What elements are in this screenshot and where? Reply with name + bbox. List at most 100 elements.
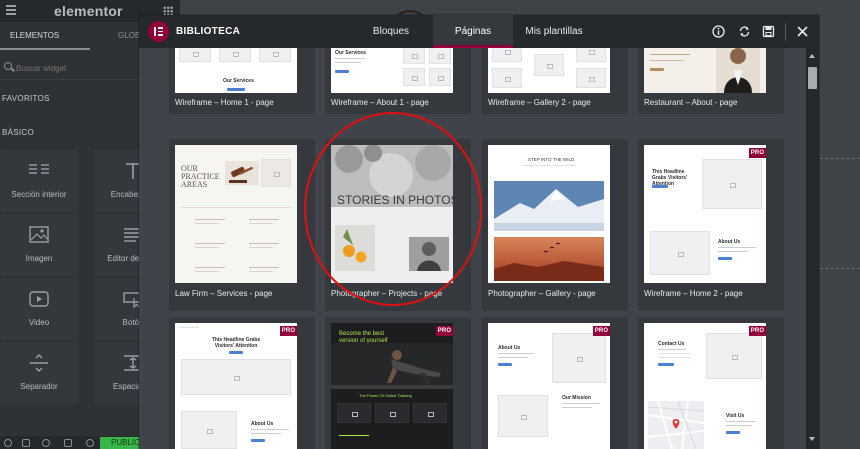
pro-badge: PRO	[749, 326, 766, 336]
template-card-label: Wireframe – Home 1 - page	[175, 98, 274, 107]
thumb-text: STEP INTO THE WILD	[528, 157, 575, 162]
image-icon	[29, 226, 49, 243]
template-thumbnail: Become the best version of yourself The …	[331, 323, 453, 449]
canvas-guide	[820, 158, 860, 159]
widget-inner-section[interactable]: Sección interior	[0, 150, 78, 212]
modal-header: BIBLIOTECA Bloques Páginas Mis plantilla…	[139, 15, 819, 48]
template-card[interactable]: This Headline Grabs Visitors' Attention …	[638, 139, 784, 311]
gavel-image	[225, 161, 259, 185]
preview-icon[interactable]	[86, 439, 94, 447]
settings-icon[interactable]	[4, 439, 12, 447]
map-image	[648, 401, 704, 449]
template-thumbnail	[488, 48, 610, 93]
divider-icon	[30, 354, 48, 372]
template-thumbnail: STEP INTO THE WILD	[488, 145, 610, 283]
header-separator	[785, 23, 786, 41]
elementor-logo-icon	[148, 21, 169, 42]
library-scrollbar[interactable]	[806, 48, 819, 449]
thumb-text: Our Services	[223, 78, 254, 84]
template-card-label: Photographer – Gallery - page	[488, 289, 596, 298]
widget-label: Video	[28, 318, 50, 327]
template-thumbnail: This Headline Grabs Visitors' Attention …	[175, 323, 297, 449]
thumb-text: Contact Us	[658, 341, 685, 347]
thumb-headline: STORIES IN PHOTOS	[337, 193, 453, 207]
template-card[interactable]: Our Services Wireframe – About 1 - page	[325, 48, 471, 114]
search-icon	[4, 62, 12, 70]
pro-badge: PRO	[436, 326, 453, 336]
template-card-label: Wireframe – Home 2 - page	[644, 289, 743, 298]
elementor-brand: elementor	[54, 3, 123, 19]
thumb-text: About Us	[498, 345, 521, 351]
navigator-icon[interactable]	[22, 439, 30, 447]
widget-video[interactable]: Video	[0, 278, 78, 340]
template-card[interactable]: Wireframe – Gallery 2 - page	[482, 48, 628, 114]
scroll-down-arrow-icon[interactable]	[809, 437, 815, 441]
template-thumbnail: OUR PRACTICE AREAS	[175, 145, 297, 283]
tab-blocks[interactable]: Bloques	[363, 15, 419, 48]
template-card[interactable]: STEP INTO THE WILD Photographer – Galler…	[482, 139, 628, 311]
pro-badge: PRO	[749, 148, 766, 158]
template-card-label: Wireframe – Gallery 2 - page	[488, 98, 591, 107]
close-icon[interactable]	[796, 25, 809, 38]
thumb-text: About Us	[718, 239, 741, 245]
widget-search-input[interactable]	[16, 60, 136, 76]
scroll-up-arrow-icon[interactable]	[809, 54, 815, 58]
template-card[interactable]: OUR PRACTICE AREAS Law Firm – Services -…	[169, 139, 315, 311]
thumb-text: Visit Us	[726, 413, 745, 419]
template-card[interactable]: About Us Our Mission PRO	[482, 317, 628, 449]
template-thumbnail: About Us Our Mission	[488, 323, 610, 449]
tab-pages[interactable]: Páginas	[433, 15, 513, 48]
template-thumbnail	[644, 48, 766, 93]
template-grid: Our Services Wireframe – Home 1 - page O…	[139, 48, 806, 449]
template-thumbnail: Contact Us Visit Us	[644, 323, 766, 449]
widget-label: Sección interior	[11, 190, 67, 199]
pro-badge: PRO	[280, 326, 297, 336]
info-icon[interactable]	[712, 25, 725, 38]
scroll-thumb[interactable]	[808, 67, 817, 89]
template-card[interactable]: Our Services Wireframe – Home 1 - page	[169, 48, 315, 114]
template-card[interactable]: STORIES IN PHOTOS Photographer – Project…	[325, 139, 471, 311]
video-icon	[29, 291, 49, 307]
widget-divider[interactable]: Separador	[0, 342, 78, 404]
template-card-label: Photographer – Projects - page	[331, 289, 443, 298]
modal-title: BIBLIOTECA	[176, 26, 241, 37]
sync-icon[interactable]	[738, 25, 751, 38]
template-card-label: Law Firm – Services - page	[175, 289, 273, 298]
template-card[interactable]: Restaurant – About - page	[638, 48, 784, 114]
section-favorites[interactable]: FAVORITOS	[2, 94, 50, 103]
photo-collage	[331, 145, 453, 283]
template-card[interactable]: Contact Us Visit Us PRO	[638, 317, 784, 449]
tab-my-templates[interactable]: Mis plantillas	[523, 15, 585, 48]
template-thumbnail: STORIES IN PHOTOS	[331, 145, 453, 283]
menu-icon[interactable]	[6, 5, 16, 15]
section-basic[interactable]: BÁSICO	[2, 128, 34, 137]
template-library-modal: BIBLIOTECA Bloques Páginas Mis plantilla…	[139, 15, 819, 449]
save-icon[interactable]	[762, 25, 775, 38]
template-card-label: Restaurant – About - page	[644, 98, 738, 107]
pro-badge: PRO	[593, 326, 610, 336]
thumb-text: This Headline Grabs Visitors' Attention	[211, 337, 261, 349]
thumb-text: About Us	[251, 421, 274, 427]
template-card-label: Wireframe – About 1 - page	[331, 98, 429, 107]
thumb-text: The Power Of Online Training	[359, 393, 412, 398]
columns-icon	[29, 164, 49, 174]
responsive-icon[interactable]	[64, 439, 72, 447]
template-thumbnail: Our Services	[331, 48, 453, 93]
mountain-photo	[494, 181, 604, 231]
template-thumbnail: This Headline Grabs Visitors' Attention …	[644, 145, 766, 283]
thumb-text: OUR PRACTICE AREAS	[181, 164, 220, 189]
template-card[interactable]: This Headline Grabs Visitors' Attention …	[169, 317, 315, 449]
widget-label: Separador	[20, 382, 58, 391]
history-icon[interactable]	[42, 439, 50, 447]
tab-elements[interactable]: ELEMENTOS	[0, 22, 90, 50]
chef-photo	[716, 48, 760, 93]
canvas-guide	[820, 268, 860, 269]
athlete-photo	[331, 343, 453, 389]
widget-image[interactable]: Imagen	[0, 214, 78, 276]
thumb-text: Our Services	[335, 50, 366, 56]
widget-label: Imagen	[25, 254, 53, 263]
sunset-photo	[494, 237, 604, 281]
template-thumbnail: Our Services	[175, 48, 297, 93]
template-card[interactable]: Become the best version of yourself The …	[325, 317, 471, 449]
thumb-text: Our Mission	[562, 395, 591, 401]
